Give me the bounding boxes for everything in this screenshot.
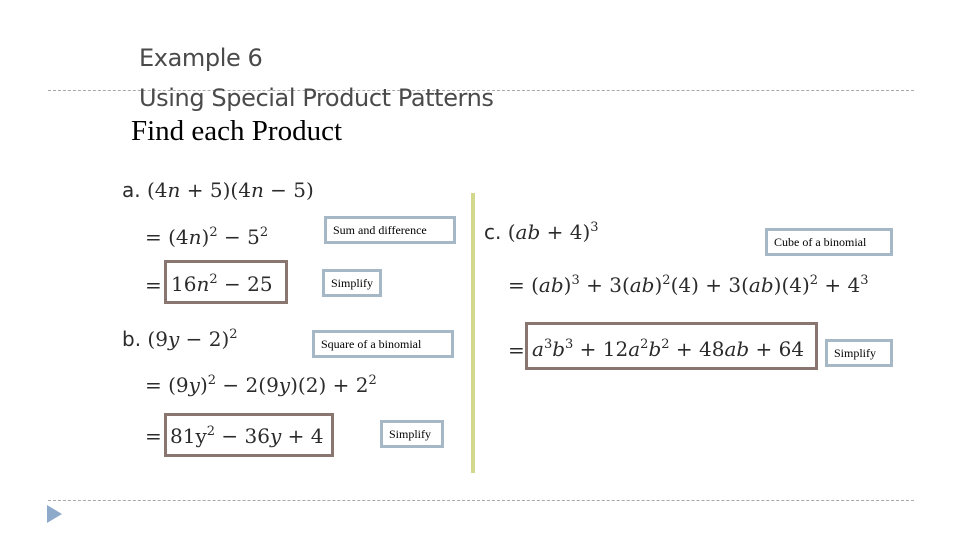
play-arrow-icon xyxy=(47,505,62,523)
slide-title-line2: Using Special Product Patterns xyxy=(139,84,494,112)
problem-c-label: c. xyxy=(484,220,502,244)
problem-b-equals: = xyxy=(145,424,162,448)
problem-b-step1: = (9y)2 − 2(9y)(2) + 22 xyxy=(145,373,377,397)
note-simplify-c: Simplify xyxy=(825,339,893,367)
problem-c-answer: a3b3 + 12a2b2 + 48ab + 64 xyxy=(532,337,805,361)
problem-c-expression: c. (ab + 4)3 xyxy=(484,220,599,244)
footer-divider xyxy=(48,500,914,501)
slide-title-line1: Example 6 xyxy=(139,44,263,72)
problem-a-answer: 16n2 − 25 xyxy=(171,272,273,296)
problem-c-equals: = xyxy=(508,338,525,362)
problem-a-label: a. xyxy=(122,178,141,202)
note-simplify-b: Simplify xyxy=(380,420,444,448)
problem-c-step1: = (ab)3 + 3(ab)2(4) + 3(ab)(4)2 + 43 xyxy=(508,273,869,297)
problem-a-expression: a. (4n + 5)(4n − 5) xyxy=(122,178,314,202)
problem-a-equals: = xyxy=(145,273,162,297)
column-divider xyxy=(471,193,475,473)
note-sum-and-difference: Sum and difference xyxy=(324,216,456,244)
note-square-of-binomial: Square of a binomial xyxy=(312,330,454,358)
note-cube-of-binomial: Cube of a binomial xyxy=(765,228,893,256)
problem-b-answer: 81y2 − 36y + 4 xyxy=(170,424,324,448)
problem-b-expression: b. (9y − 2)2 xyxy=(122,327,238,351)
problem-a-step1: = (4n)2 − 52 xyxy=(145,225,269,249)
slide-heading: Find each Product xyxy=(131,115,343,147)
note-simplify-a: Simplify xyxy=(322,269,382,297)
problem-b-label: b. xyxy=(122,327,142,351)
